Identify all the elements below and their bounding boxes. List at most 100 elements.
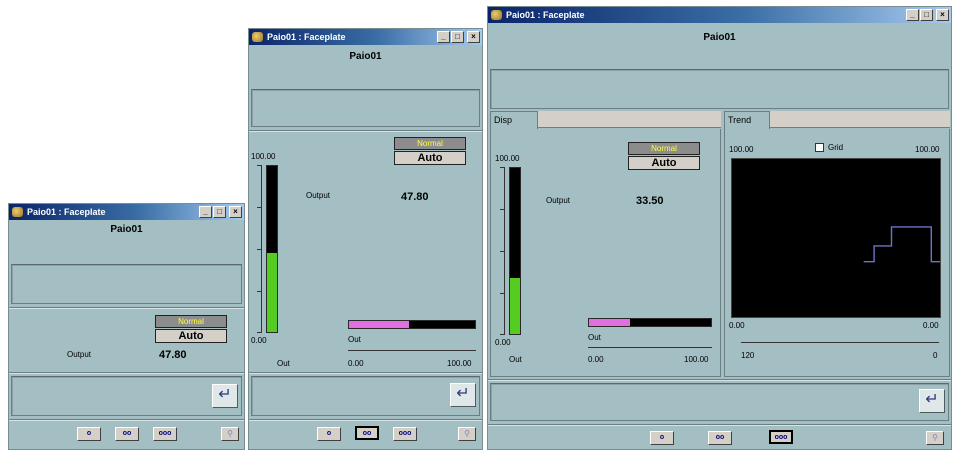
tab-disp[interactable]: Disp <box>490 111 538 129</box>
window-title: Paio01 : Faceplate <box>267 32 346 42</box>
nav-button-small[interactable]: o <box>317 427 341 441</box>
output-label: Output <box>67 350 92 359</box>
out-bar-fill <box>589 319 630 326</box>
out-scale-max: 100.00 <box>684 355 709 364</box>
nav-button-small[interactable]: o <box>650 431 674 445</box>
tool-icon[interactable]: ⚲ <box>926 431 944 445</box>
trend-time-axis <box>741 342 939 346</box>
scale-min-label: 0.00 <box>495 338 511 347</box>
message-area <box>490 69 949 109</box>
grid-checkbox[interactable] <box>815 143 824 152</box>
output-label: Output <box>546 196 571 205</box>
nav-button-medium[interactable]: oo <box>115 427 139 441</box>
entry-area <box>490 383 949 421</box>
trend-y-min-left: 0.00 <box>729 321 745 330</box>
out-scale-min: 0.00 <box>348 359 364 368</box>
out-bar <box>348 320 476 329</box>
nav-button-large[interactable]: ooo <box>769 430 793 444</box>
out-scale-max: 100.00 <box>447 359 472 368</box>
message-area <box>11 264 242 304</box>
window-title: Paio01 : Faceplate <box>506 10 585 20</box>
divider <box>249 419 482 421</box>
mode-button[interactable]: Auto <box>394 151 466 165</box>
divider <box>249 372 482 374</box>
minimize-button[interactable]: _ <box>199 206 212 218</box>
out-bar <box>588 318 712 327</box>
faceplate-window-medium: Paio01 : Faceplate _ □ × Paio01 Normal A… <box>248 28 483 450</box>
tab-trend[interactable]: Trend <box>724 111 770 129</box>
divider <box>9 307 244 309</box>
trend-time-left: 120 <box>741 351 755 360</box>
close-button[interactable]: × <box>467 31 480 43</box>
nav-button-large[interactable]: ooo <box>153 427 177 441</box>
output-bar-fill <box>267 252 277 332</box>
out-label: Out <box>277 359 290 368</box>
output-bar <box>266 165 278 333</box>
out-bar-label: Out <box>588 333 601 342</box>
nav-button-large[interactable]: ooo <box>393 427 417 441</box>
tag-name-heading: Paio01 <box>110 224 143 235</box>
entry-area <box>11 376 242 416</box>
maximize-button[interactable]: □ <box>213 206 226 218</box>
enter-button[interactable]: ↵ <box>919 389 945 413</box>
trend-y-min-right: 0.00 <box>923 321 939 330</box>
title-bar[interactable]: Paio01 : Faceplate _ □ × <box>488 7 951 23</box>
maximize-button[interactable]: □ <box>451 31 464 43</box>
divider <box>9 372 244 374</box>
out-label: Out <box>509 355 522 364</box>
entry-area <box>251 376 480 416</box>
title-bar[interactable]: Paio01 : Faceplate _ □ × <box>249 29 482 45</box>
out-scale <box>348 350 476 354</box>
enter-button[interactable]: ↵ <box>212 384 238 408</box>
scale-max-label: 100.00 <box>251 152 276 161</box>
mode-status-indicator: Normal <box>628 142 700 155</box>
output-value: 33.50 <box>636 195 664 207</box>
output-value: 47.80 <box>401 191 429 203</box>
divider <box>249 130 482 132</box>
message-area <box>251 89 480 127</box>
tool-icon[interactable]: ⚲ <box>458 427 476 441</box>
out-scale-min: 0.00 <box>588 355 604 364</box>
title-bar[interactable]: Paio01 : Faceplate _ □ × <box>9 204 244 220</box>
out-scale <box>588 347 712 351</box>
out-bar-fill <box>349 321 410 328</box>
divider <box>488 379 951 381</box>
nav-button-medium[interactable]: oo <box>355 426 379 440</box>
trend-panel: 100.00 100.00 Grid 0.00 0.00 120 0 <box>724 129 950 377</box>
scale-min-label: 0.00 <box>251 336 267 345</box>
trend-plot-area <box>731 158 941 318</box>
close-button[interactable]: × <box>229 206 242 218</box>
app-icon <box>252 32 263 42</box>
trend-series-line <box>863 226 940 263</box>
divider <box>488 424 951 426</box>
scale-max-label: 100.00 <box>495 154 520 163</box>
tag-name-heading: Paio01 <box>349 51 382 62</box>
trend-y-max-left: 100.00 <box>729 145 754 154</box>
trend-chart <box>863 226 940 263</box>
output-value: 47.80 <box>159 349 187 361</box>
mode-button[interactable]: Auto <box>155 329 227 343</box>
minimize-button[interactable]: _ <box>437 31 450 43</box>
divider <box>9 419 244 421</box>
app-icon <box>491 10 502 20</box>
output-scale <box>500 167 505 335</box>
tag-name-heading: Paio01 <box>703 32 736 43</box>
app-icon <box>12 207 23 217</box>
out-bar-label: Out <box>348 335 361 344</box>
close-button[interactable]: × <box>936 9 949 21</box>
trend-y-max-right: 100.00 <box>915 145 940 154</box>
maximize-button[interactable]: □ <box>920 9 933 21</box>
enter-button[interactable]: ↵ <box>450 383 476 407</box>
disp-panel: Normal Auto 100.00 0.00 Output 33.50 Out… <box>490 129 721 377</box>
faceplate-window-large: Paio01 : Faceplate _ □ × Paio01 Disp Tre… <box>487 6 952 450</box>
nav-button-small[interactable]: o <box>77 427 101 441</box>
nav-button-medium[interactable]: oo <box>708 431 732 445</box>
faceplate-window-small: Paio01 : Faceplate _ □ × Paio01 Normal A… <box>8 203 245 450</box>
mode-button[interactable]: Auto <box>628 156 700 170</box>
tool-icon[interactable]: ⚲ <box>221 427 239 441</box>
minimize-button[interactable]: _ <box>906 9 919 21</box>
mode-status-indicator: Normal <box>394 137 466 150</box>
output-bar <box>509 167 521 335</box>
output-scale <box>257 165 262 333</box>
output-label: Output <box>306 191 331 200</box>
